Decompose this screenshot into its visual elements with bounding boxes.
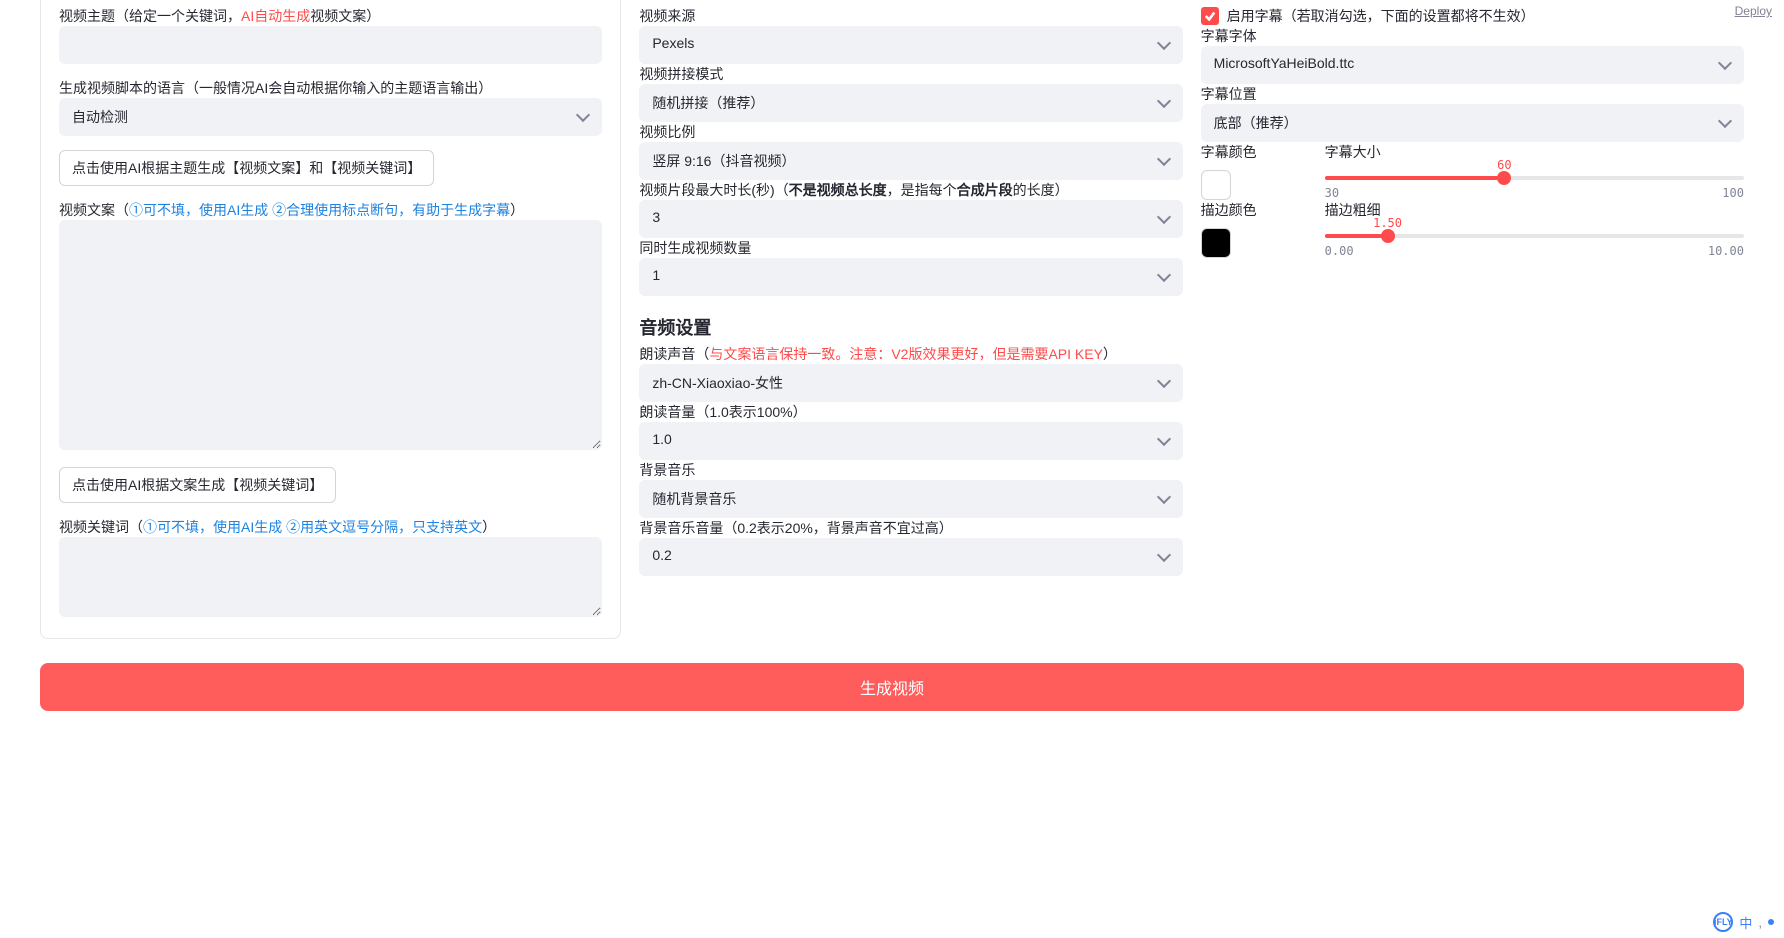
clip-max-duration-select[interactable]: 3 xyxy=(639,200,1182,238)
video-script-label: 视频文案（①可不填，使用AI生成 ②合理使用标点断句，有助于生成字幕） xyxy=(59,200,602,220)
subtitle-font-label: 字幕字体 xyxy=(1201,26,1744,46)
voice-select[interactable]: zh-CN-Xiaoxiao-女性 xyxy=(639,364,1182,402)
clip-max-duration-label: 视频片段最大时长(秒)（不是视频总长度，是指每个合成片段的长度） xyxy=(639,180,1182,200)
stroke-width-slider[interactable]: 1.50 0.00 10.00 xyxy=(1325,220,1744,258)
concurrent-videos-label: 同时生成视频数量 xyxy=(639,238,1182,258)
slider-min: 30 xyxy=(1325,186,1339,200)
ime-logo-icon: iFLY xyxy=(1713,912,1733,932)
ime-lang-label: 中 xyxy=(1739,913,1752,932)
concat-mode-select[interactable]: 随机拼接（推荐） xyxy=(639,84,1182,122)
video-source-label: 视频来源 xyxy=(639,6,1182,26)
aspect-ratio-label: 视频比例 xyxy=(639,122,1182,142)
video-keywords-label: 视频关键词（①可不填，使用AI生成 ②用英文逗号分隔，只支持英文） xyxy=(59,517,602,537)
audio-settings-panel: 音频设置 朗读声音（与文案语言保持一致。注意：V2版效果更好，但是需要API K… xyxy=(639,314,1182,576)
script-settings-panel: 视频主题（给定一个关键词，AI自动生成视频文案） 生成视频脚本的语言（一般情况A… xyxy=(40,0,621,639)
generate-by-script-button[interactable]: 点击使用AI根据文案生成【视频关键词】 xyxy=(59,467,336,503)
bgm-label: 背景音乐 xyxy=(639,460,1182,480)
bgm-volume-select[interactable]: 0.2 xyxy=(639,538,1182,576)
voice-volume-select[interactable]: 1.0 xyxy=(639,422,1182,460)
subtitle-position-label: 字幕位置 xyxy=(1201,84,1744,104)
subtitle-settings-panel: 启用字幕（若取消勾选，下面的设置都将不生效） 字幕字体 MicrosoftYaH… xyxy=(1201,0,1744,258)
video-topic-input[interactable] xyxy=(59,26,602,64)
video-script-textarea[interactable] xyxy=(59,220,602,450)
subtitle-position-select[interactable]: 底部（推荐） xyxy=(1201,104,1744,142)
subtitle-size-label: 字幕大小 xyxy=(1325,142,1744,162)
bgm-select[interactable]: 随机背景音乐 xyxy=(639,480,1182,518)
subtitle-color-picker[interactable] xyxy=(1201,170,1231,200)
deploy-link[interactable]: Deploy xyxy=(1735,4,1772,18)
concat-mode-label: 视频拼接模式 xyxy=(639,64,1182,84)
subtitle-size-slider[interactable]: 60 30 100 xyxy=(1325,162,1744,200)
video-settings-panel: 视频来源 Pexels 视频拼接模式 随机拼接（推荐） 视频比例 竖屏 9:16… xyxy=(639,0,1182,296)
voice-label: 朗读声音（与文案语言保持一致。注意：V2版效果更好，但是需要API KEY） xyxy=(639,344,1182,364)
slider-min: 0.00 xyxy=(1325,244,1354,258)
video-source-select[interactable]: Pexels xyxy=(639,26,1182,64)
subtitle-font-select[interactable]: MicrosoftYaHeiBold.ttc xyxy=(1201,46,1744,84)
concurrent-videos-select[interactable]: 1 xyxy=(639,258,1182,296)
video-keywords-textarea[interactable] xyxy=(59,537,602,617)
script-language-select[interactable]: 自动检测 xyxy=(59,98,602,136)
stroke-color-picker[interactable] xyxy=(1201,228,1231,258)
slider-max: 100 xyxy=(1722,186,1744,200)
bgm-volume-label: 背景音乐音量（0.2表示20%，背景声音不宜过高） xyxy=(639,518,1182,538)
stroke-color-label: 描边颜色 xyxy=(1201,200,1311,220)
audio-settings-title: 音频设置 xyxy=(639,314,1182,340)
voice-volume-label: 朗读音量（1.0表示100%） xyxy=(639,402,1182,422)
enable-subtitle-label: 启用字幕（若取消勾选，下面的设置都将不生效） xyxy=(1227,6,1535,26)
subtitle-color-label: 字幕颜色 xyxy=(1201,142,1311,162)
ime-dot-icon xyxy=(1768,919,1774,925)
check-icon xyxy=(1204,10,1216,22)
generate-video-button[interactable]: 生成视频 xyxy=(40,663,1744,711)
generate-by-topic-button[interactable]: 点击使用AI根据主题生成【视频文案】和【视频关键词】 xyxy=(59,150,434,186)
enable-subtitle-checkbox[interactable] xyxy=(1201,7,1219,25)
slider-max: 10.00 xyxy=(1708,244,1744,258)
script-language-label: 生成视频脚本的语言（一般情况AI会自动根据你输入的主题语言输出） xyxy=(59,78,602,98)
aspect-ratio-select[interactable]: 竖屏 9:16（抖音视频） xyxy=(639,142,1182,180)
video-topic-label: 视频主题（给定一个关键词，AI自动生成视频文案） xyxy=(59,6,602,26)
ime-indicator[interactable]: iFLY 中 , xyxy=(1713,912,1774,932)
